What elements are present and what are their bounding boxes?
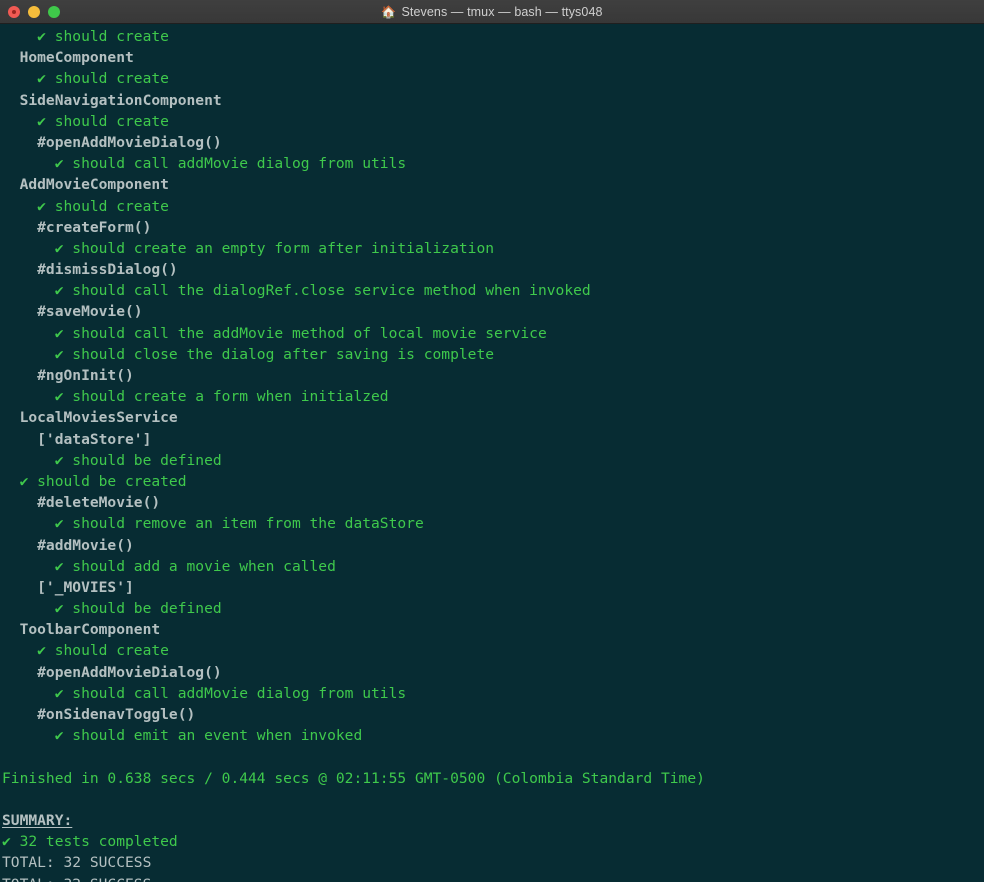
terminal-line-text: HomeComponent	[2, 49, 134, 67]
window-title: 🏠 Stevens — tmux — bash — ttys048	[0, 5, 984, 19]
terminal-line: ✔ should call addMovie dialog from utils	[2, 153, 984, 174]
terminal-line-text: ✔ should add a movie when called	[2, 557, 336, 575]
terminal-line: ToolbarComponent	[2, 619, 984, 640]
terminal-line: ✔ should be defined	[2, 598, 984, 619]
terminal-line: AddMovieComponent	[2, 174, 984, 195]
terminal-line-text: ✔ should create	[2, 112, 169, 130]
terminal-line-list: ✔ should create HomeComponent ✔ should c…	[0, 26, 984, 882]
terminal-line: #dismissDialog()	[2, 259, 984, 280]
terminal-line-text: ✔ should close the dialog after saving i…	[2, 345, 495, 363]
terminal-line-text: #addMovie()	[2, 536, 134, 554]
terminal-line-text: ✔ should create	[2, 70, 169, 88]
terminal-line-text: #saveMovie()	[2, 303, 143, 321]
terminal-line-text: ['_MOVIES']	[2, 578, 134, 596]
terminal-line-text: #openAddMovieDialog()	[2, 663, 222, 681]
terminal-line-text: #ngOnInit()	[2, 367, 134, 384]
terminal-line-text: TOTAL: 32 SUCCESS	[2, 876, 151, 882]
terminal-line-text: ✔ should create	[2, 28, 169, 45]
terminal-line-text: #deleteMovie()	[2, 494, 161, 512]
terminal-line-text: ✔ should create	[2, 642, 169, 660]
terminal-line: SideNavigationComponent	[2, 90, 984, 111]
house-icon: 🏠	[381, 4, 397, 19]
terminal-line: ✔ should emit an event when invoked	[2, 725, 984, 746]
terminal-line-text: SideNavigationComponent	[2, 91, 222, 109]
terminal-line-text: ✔ should call addMovie dialog from utils	[2, 684, 407, 702]
terminal-line: SUMMARY:	[2, 810, 984, 831]
terminal-line: ✔ should call the dialogRef.close servic…	[2, 280, 984, 301]
close-button[interactable]	[8, 6, 20, 18]
terminal-line-text: ✔ should create a form when initialzed	[2, 388, 389, 406]
terminal-line-text: ['dataStore']	[2, 430, 152, 448]
window-title-bar[interactable]: 🏠 Stevens — tmux — bash — ttys048	[0, 0, 984, 24]
maximize-button[interactable]	[48, 6, 60, 18]
terminal-line: ✔ should create	[2, 196, 984, 217]
terminal-line: ✔ should call addMovie dialog from utils	[2, 683, 984, 704]
terminal-line: ['dataStore']	[2, 429, 984, 450]
terminal-line-text: TOTAL: 32 SUCCESS	[2, 854, 152, 872]
terminal-line: ✔ should call the addMovie method of loc…	[2, 323, 984, 344]
terminal-line: #openAddMovieDialog()	[2, 132, 984, 153]
terminal-line: ✔ should create an empty form after init…	[2, 238, 984, 259]
terminal-line-text: #dismissDialog()	[2, 261, 178, 279]
terminal-line: LocalMoviesService	[2, 407, 984, 428]
terminal-line: #openAddMovieDialog()	[2, 662, 984, 683]
terminal-line: #deleteMovie()	[2, 492, 984, 513]
terminal-line: #onSidenavToggle()	[2, 704, 984, 725]
terminal-line: TOTAL: 32 SUCCESS	[2, 874, 984, 882]
terminal-line: HomeComponent	[2, 47, 984, 68]
terminal-line: ✔ should create	[2, 68, 984, 89]
terminal-output-pane[interactable]: ✔ should create HomeComponent ✔ should c…	[0, 24, 984, 882]
terminal-line-text: ✔ should be defined	[2, 600, 222, 618]
terminal-line-text: ✔ 32 tests completed	[2, 833, 178, 851]
terminal-line-text: ✔ should remove an item from the dataSto…	[2, 515, 424, 533]
terminal-line: ✔ should create	[2, 26, 984, 47]
terminal-line: ['_MOVIES']	[2, 577, 984, 598]
terminal-line-text: ✔ should be defined	[2, 451, 222, 469]
terminal-line: ✔ should create a form when initialzed	[2, 386, 984, 407]
terminal-window: 🏠 Stevens — tmux — bash — ttys048 ✔ shou…	[0, 0, 984, 882]
terminal-line: #saveMovie()	[2, 301, 984, 322]
terminal-line-text: #createForm()	[2, 218, 152, 236]
terminal-line-text: #onSidenavToggle()	[2, 706, 196, 723]
terminal-line: ✔ should remove an item from the dataSto…	[2, 513, 984, 534]
terminal-line-text: ✔ should call the dialogRef.close servic…	[2, 282, 591, 300]
terminal-line: ✔ should close the dialog after saving i…	[2, 344, 984, 365]
terminal-line: ✔ should create	[2, 640, 984, 661]
terminal-line-text: ✔ should create an empty form after init…	[2, 239, 495, 257]
terminal-line: #addMovie()	[2, 535, 984, 556]
terminal-line-text: ✔ should be created	[2, 472, 187, 490]
terminal-line-text: ✔ should call addMovie dialog from utils	[2, 155, 407, 173]
terminal-line: ✔ should be defined	[2, 450, 984, 471]
window-controls	[8, 0, 60, 24]
terminal-line-text: ✔ should call the addMovie method of loc…	[2, 324, 547, 342]
terminal-line: ✔ 32 tests completed	[2, 831, 984, 852]
terminal-line: ✔ should be created	[2, 471, 984, 492]
minimize-button[interactable]	[28, 6, 40, 18]
window-title-text: Stevens — tmux — bash — ttys048	[401, 4, 603, 19]
terminal-line: #createForm()	[2, 217, 984, 238]
terminal-line-text: ✔ should create	[2, 197, 169, 215]
terminal-line-text: #openAddMovieDialog()	[2, 133, 222, 151]
terminal-line: ✔ should add a movie when called	[2, 556, 984, 577]
terminal-line-text: SUMMARY:	[2, 811, 73, 829]
terminal-line: TOTAL: 32 SUCCESS	[2, 852, 984, 873]
terminal-line-text: AddMovieComponent	[2, 176, 169, 194]
terminal-line-text: Finished in 0.638 secs / 0.444 secs @ 02…	[2, 769, 705, 787]
terminal-line: #ngOnInit()	[2, 365, 984, 386]
terminal-line-text: ToolbarComponent	[2, 621, 161, 639]
terminal-line-text: LocalMoviesService	[2, 409, 178, 427]
terminal-line-text: ✔ should emit an event when invoked	[2, 727, 363, 745]
terminal-line: ✔ should create	[2, 111, 984, 132]
terminal-line: Finished in 0.638 secs / 0.444 secs @ 02…	[2, 768, 984, 789]
